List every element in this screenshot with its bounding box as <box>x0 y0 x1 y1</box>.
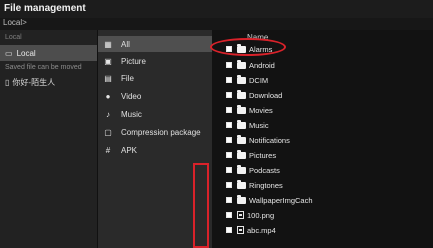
file-row-download[interactable]: Download <box>226 89 282 101</box>
apk-icon: # <box>105 145 111 155</box>
row-checkbox[interactable] <box>226 167 232 173</box>
file-row-podcasts[interactable]: Podcasts <box>226 164 280 176</box>
file-row-abcmp4[interactable]: abc.mp4 <box>226 224 276 236</box>
left-pane: Local ▭ Local Saved file can be moved ▯ … <box>0 30 97 248</box>
breadcrumb[interactable]: Local> <box>3 18 27 27</box>
file-row-dcim[interactable]: DCIM <box>226 74 268 86</box>
sidebar-item-label: Local <box>16 48 36 58</box>
package-icon: ▢ <box>104 127 112 137</box>
file-row-movies[interactable]: Movies <box>226 104 273 116</box>
grid-icon: ▦ <box>104 39 112 49</box>
folder-icon <box>237 194 246 204</box>
user-name: 你好-陌生人 <box>12 78 56 87</box>
music-icon: ♪ <box>106 109 110 119</box>
category-music[interactable]: ♪ Music <box>98 106 212 122</box>
drive-icon: ▭ <box>5 48 13 58</box>
phone-icon: ▯ <box>5 78 10 87</box>
folder-icon <box>237 134 246 144</box>
picture-icon: ▣ <box>104 56 112 66</box>
folder-icon <box>237 59 246 69</box>
row-checkbox[interactable] <box>226 62 232 68</box>
row-checkbox[interactable] <box>226 92 232 98</box>
row-checkbox[interactable] <box>226 227 232 233</box>
video-icon: ● <box>105 91 111 101</box>
row-checkbox[interactable] <box>226 137 232 143</box>
folder-icon <box>237 149 246 159</box>
folder-icon <box>237 104 246 114</box>
category-all[interactable]: ▦ All <box>98 36 212 52</box>
folder-icon <box>237 119 246 129</box>
folder-icon <box>237 74 246 84</box>
sidebar-item-local[interactable]: ▭ Local <box>0 45 97 61</box>
highlight-box <box>193 163 209 248</box>
folder-icon <box>237 164 246 174</box>
row-checkbox[interactable] <box>226 152 232 158</box>
saved-hint: Saved file can be moved <box>5 64 82 71</box>
section-label-local: Local <box>5 34 22 41</box>
category-video[interactable]: ● Video <box>98 88 212 104</box>
file-row-notifications[interactable]: Notifications <box>226 134 290 146</box>
image-file-icon <box>237 211 244 219</box>
file-row-android[interactable]: Android <box>226 59 275 71</box>
file-row-ringtones[interactable]: Ringtones <box>226 179 283 191</box>
file-list-pane: Name Alarms Android DCIM Download Movies… <box>212 30 433 248</box>
row-checkbox[interactable] <box>226 77 232 83</box>
window-title: File management <box>0 0 433 18</box>
folder-icon <box>237 89 246 99</box>
file-icon: ▤ <box>104 73 112 83</box>
folder-icon <box>237 179 246 189</box>
category-compression[interactable]: ▢ Compression package <box>98 124 212 140</box>
video-file-icon <box>237 226 244 234</box>
category-file[interactable]: ▤ File <box>98 70 212 86</box>
category-picture[interactable]: ▣ Picture <box>98 53 212 69</box>
row-checkbox[interactable] <box>226 107 232 113</box>
highlight-ellipse <box>210 38 286 56</box>
user-entry[interactable]: ▯ 你好-陌生人 <box>0 74 97 91</box>
file-row-music[interactable]: Music <box>226 119 269 131</box>
file-row-pictures[interactable]: Pictures <box>226 149 276 161</box>
row-checkbox[interactable] <box>226 122 232 128</box>
category-apk[interactable]: # APK <box>98 142 212 158</box>
row-checkbox[interactable] <box>226 182 232 188</box>
file-row-100png[interactable]: 100.png <box>226 209 274 221</box>
row-checkbox[interactable] <box>226 212 232 218</box>
file-row-wallpaper[interactable]: WallpaperImgCach <box>226 194 313 206</box>
row-checkbox[interactable] <box>226 197 232 203</box>
